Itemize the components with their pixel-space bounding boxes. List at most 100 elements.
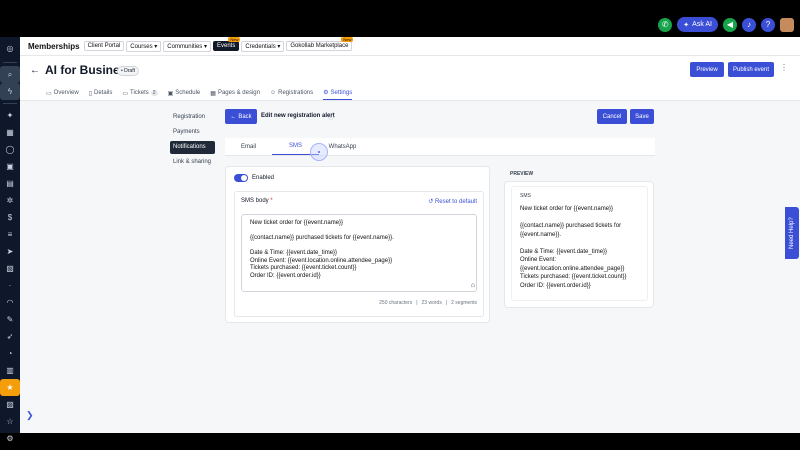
- nav-label: Gokollab Marketplace: [290, 43, 349, 49]
- tab-overview[interactable]: ▭ Overview: [46, 86, 79, 100]
- nav-client-portal[interactable]: Client Portal: [83, 41, 125, 51]
- reset-to-default-link[interactable]: ↺ Reset to default: [428, 198, 477, 205]
- ticket-icon: ▭: [122, 90, 129, 97]
- info-icon[interactable]: ⓘ: [328, 112, 334, 121]
- save-button[interactable]: Save: [630, 109, 654, 124]
- money-icon[interactable]: $: [0, 209, 20, 226]
- rocket-icon[interactable]: ➶: [0, 328, 20, 345]
- segments-count: 2 segments: [451, 300, 477, 306]
- preview-line: {{contact.name}} purchased tickets for: [520, 223, 622, 229]
- tag-icon[interactable]: ⌂: [471, 282, 475, 289]
- nav-events[interactable]: Events New: [213, 37, 241, 51]
- preview-title: PREVIEW: [510, 171, 534, 177]
- cancel-button[interactable]: Cancel: [597, 109, 627, 124]
- star-icon[interactable]: ☆: [0, 413, 20, 430]
- tool-icon[interactable]: ✎: [0, 311, 20, 328]
- side-item-link-sharing[interactable]: Link & sharing: [170, 156, 215, 169]
- reset-label: Reset to default: [434, 199, 477, 205]
- nav-marketplace[interactable]: Gokollab Marketplace New: [286, 37, 354, 51]
- document-icon: ▯: [88, 90, 92, 97]
- sidebar-divider: [3, 103, 17, 104]
- calendar-icon[interactable]: ▣: [0, 158, 20, 175]
- tab-registrations[interactable]: ☺ Registrations: [270, 86, 313, 100]
- publish-event-button[interactable]: Publish event: [728, 62, 774, 77]
- sms-line: {{contact.name}} purchased tickets for {…: [250, 235, 394, 241]
- grid-icon[interactable]: ▦: [0, 124, 20, 141]
- nav-label: Courses: [130, 43, 153, 50]
- tab-label: Schedule: [175, 90, 201, 96]
- preview-line: Date & Time: {{event.date_time}}: [520, 248, 608, 255]
- left-sidebar: ◎ ⌕ ϟ ✦ ▦ ◯ ▣ ▤ ✲ $ ≡ ➤ ▧ · ◠ ✎ ➶ ◔ ▥ ★ …: [0, 37, 20, 443]
- ask-ai-button[interactable]: ✦ Ask AI: [677, 17, 718, 32]
- network-icon[interactable]: ✲: [0, 192, 20, 209]
- status-badge: • Draft: [117, 66, 139, 76]
- nav-communities[interactable]: Communities ▾: [163, 40, 211, 52]
- tab-email[interactable]: Email: [225, 138, 272, 155]
- side-item-payments[interactable]: Payments: [170, 126, 215, 139]
- avatar[interactable]: [780, 17, 794, 32]
- tickets-count: 2: [150, 90, 158, 96]
- sms-body-section: SMS body * ↺ Reset to default New ticket…: [234, 191, 484, 317]
- megaphone-icon[interactable]: ◀: [723, 17, 737, 32]
- expand-sidebar-icon[interactable]: ❯: [26, 410, 34, 421]
- help-icon[interactable]: ?: [761, 17, 775, 32]
- preview-card: SMS New ticket order for {{event.name}} …: [504, 181, 654, 308]
- preview-body: New ticket order for {{event.name}} {{co…: [520, 205, 645, 290]
- image-icon[interactable]: ▨: [0, 396, 20, 413]
- nav-credentials[interactable]: Credentials ▾: [241, 40, 285, 52]
- tab-tickets[interactable]: ▭ Tickets 2: [122, 86, 158, 100]
- new-badge: New: [228, 37, 241, 42]
- sparkle-icon: ✦: [683, 21, 690, 29]
- send-icon[interactable]: ➤: [0, 243, 20, 260]
- preview-button[interactable]: Preview: [690, 62, 724, 77]
- tab-label: Overview: [53, 90, 79, 96]
- settings-icon[interactable]: ⚙: [0, 430, 20, 447]
- bell-icon[interactable]: ♪: [742, 17, 756, 32]
- arrow-left-icon: ←: [230, 113, 237, 120]
- sms-body-label: SMS body *: [241, 198, 273, 204]
- preview-line: Order ID: {{event.order.id}}: [520, 282, 591, 289]
- side-item-notifications[interactable]: Notifications: [170, 141, 215, 154]
- preview-line: New ticket order for {{event.name}}: [520, 206, 614, 212]
- bolt-icon[interactable]: ϟ: [0, 83, 20, 100]
- side-item-registration[interactable]: Registration: [170, 111, 215, 124]
- tab-pages-design[interactable]: ▦ Pages & design: [210, 86, 260, 100]
- marketplace-icon[interactable]: ★: [0, 379, 20, 396]
- new-badge: New: [341, 37, 354, 42]
- sparkles-icon[interactable]: ✦: [0, 107, 20, 124]
- tab-settings[interactable]: ⚙ Settings: [323, 86, 353, 100]
- account-icon[interactable]: ◎: [0, 37, 20, 59]
- search-icon[interactable]: ⌕: [0, 66, 20, 83]
- need-help-tab[interactable]: Need Help?: [785, 207, 799, 259]
- chat-icon[interactable]: ◯: [0, 141, 20, 158]
- overview-icon: ▭: [46, 90, 52, 97]
- tab-schedule[interactable]: ▣ Schedule: [168, 86, 201, 100]
- preview-label: SMS: [520, 193, 531, 199]
- panel-icon[interactable]: ▥: [0, 362, 20, 379]
- sms-body-textarea[interactable]: New ticket order for {{event.name}} {{co…: [241, 214, 477, 292]
- back-button[interactable]: ← Back: [225, 109, 257, 124]
- sms-line: [250, 228, 468, 236]
- preview-line: Tickets purchased: {{event.ticket.count}…: [520, 274, 627, 280]
- nav-label: Client Portal: [87, 43, 121, 49]
- nav-courses[interactable]: Courses ▾: [126, 40, 162, 52]
- sidebar-divider: [3, 62, 17, 63]
- calendar-icon: ▣: [167, 90, 174, 97]
- more-icon[interactable]: ·: [0, 277, 20, 294]
- users-icon: ☺: [269, 90, 277, 96]
- gear-icon: ⚙: [323, 90, 329, 96]
- enabled-toggle[interactable]: [234, 174, 248, 182]
- layers-icon[interactable]: ≡: [0, 226, 20, 243]
- module-navbar: Memberships Client Portal Courses ▾ Comm…: [20, 37, 800, 56]
- contacts-icon[interactable]: ▤: [0, 175, 20, 192]
- tab-details[interactable]: ▯ Details: [89, 86, 113, 100]
- more-options-icon[interactable]: ⋮: [780, 63, 788, 72]
- wifi-icon[interactable]: ◠: [0, 294, 20, 311]
- sms-line: Tickets purchased: {{event.ticket.count}…: [250, 265, 357, 271]
- clock-icon[interactable]: ◔: [0, 345, 20, 362]
- pipeline-icon[interactable]: ▧: [0, 260, 20, 277]
- phone-icon[interactable]: ✆: [658, 17, 673, 32]
- palette-icon: ▦: [210, 90, 216, 97]
- nav-label: Credentials: [245, 43, 276, 50]
- back-arrow-icon[interactable]: ←: [30, 65, 40, 76]
